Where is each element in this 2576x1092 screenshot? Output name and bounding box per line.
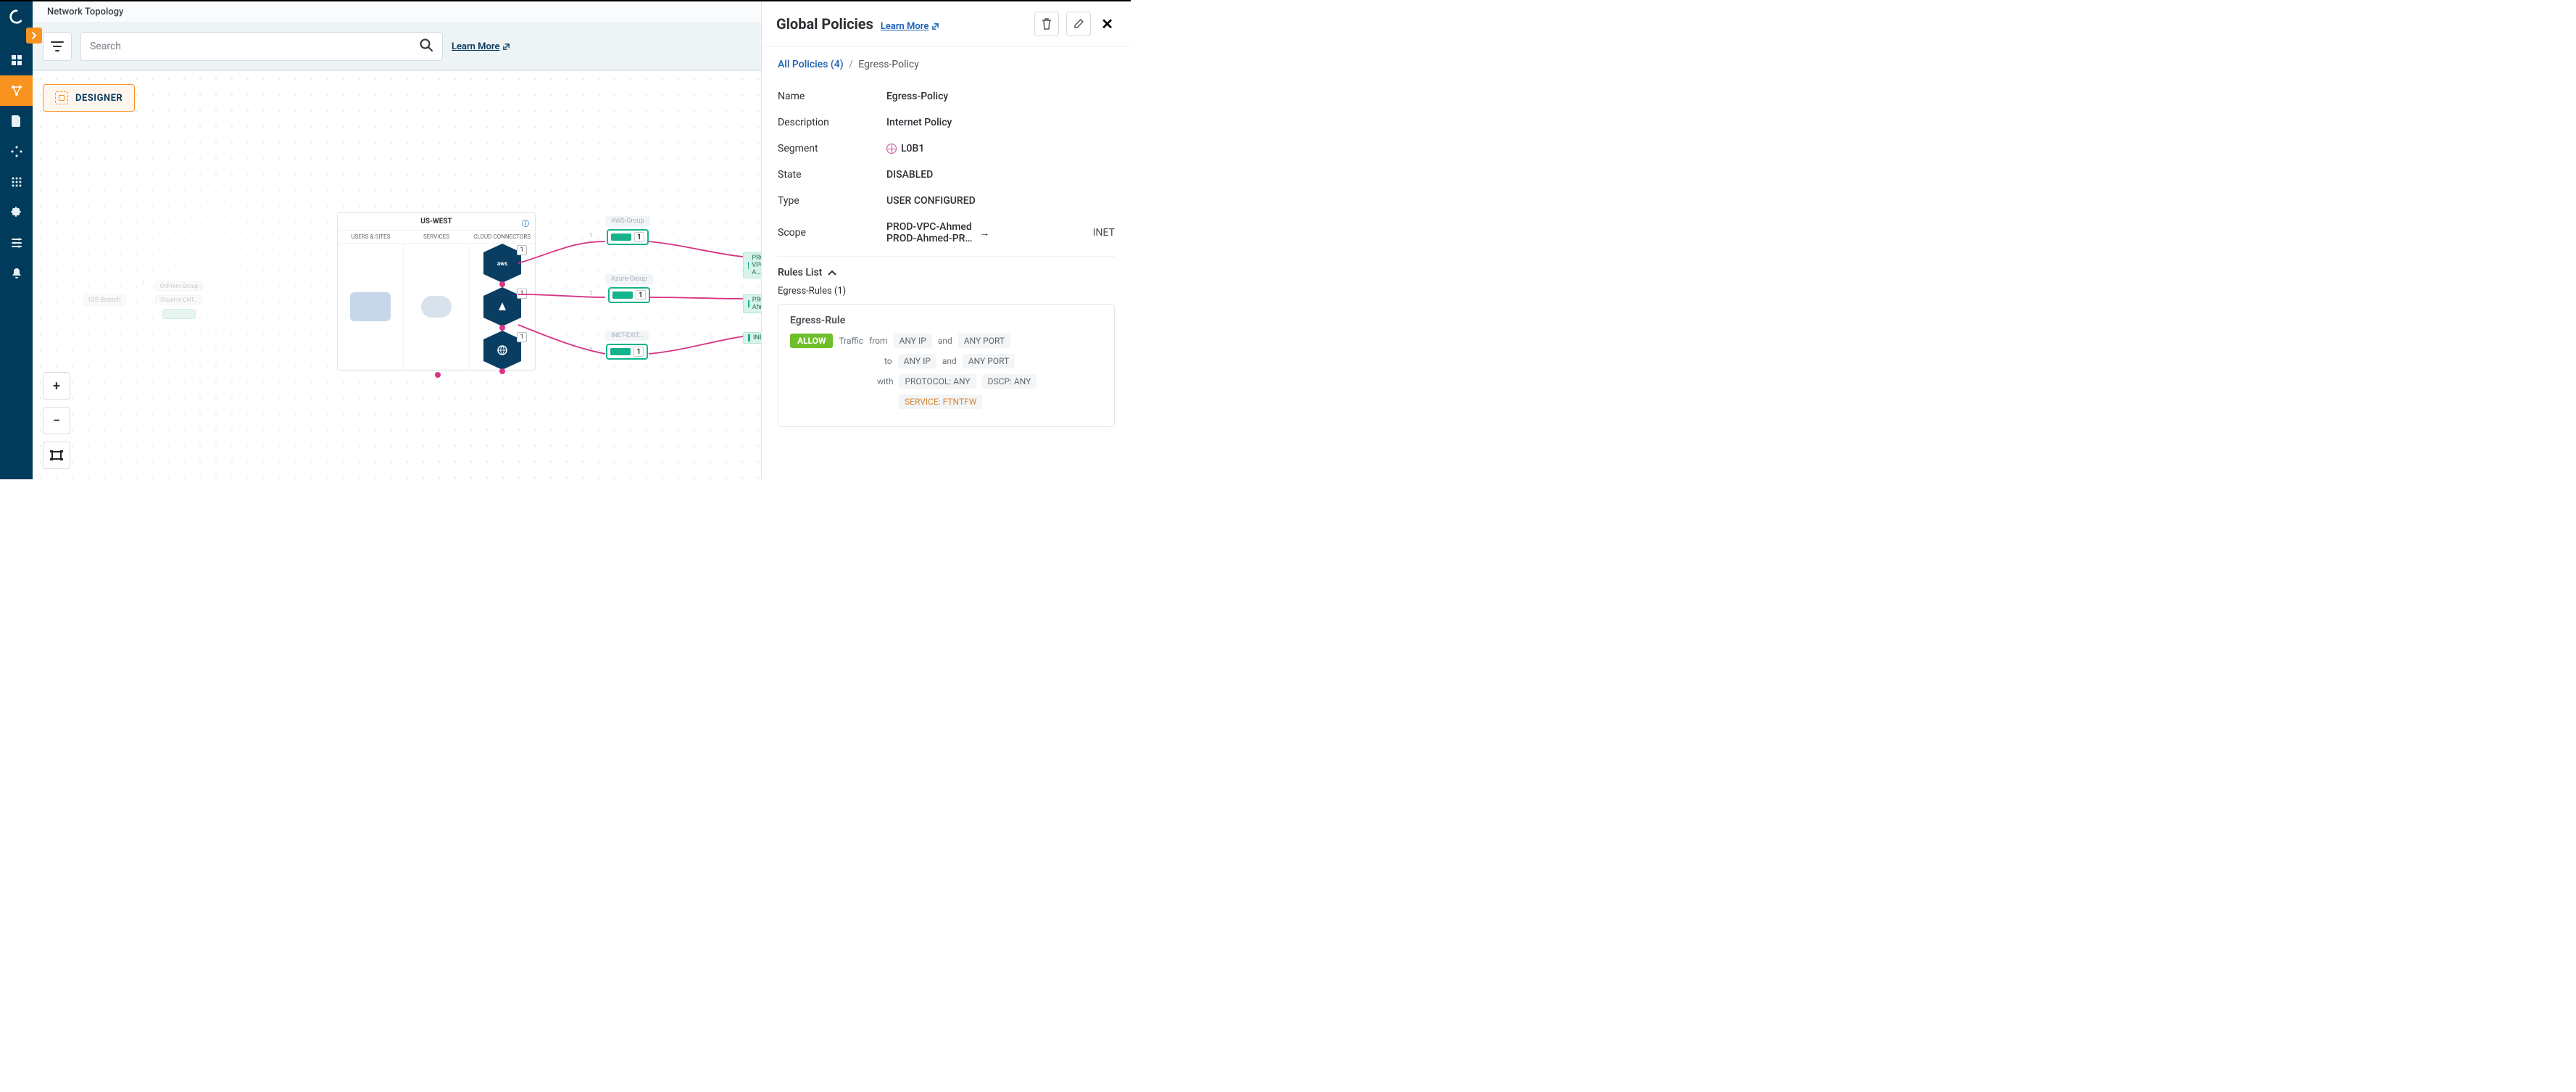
toolbar: Learn More [33,23,761,71]
breadcrumb: All Policies (4) / Egress-Policy [778,59,1115,70]
pencil-icon [1073,19,1084,29]
rule-card: Egress-Rule ALLOW Traffic from ANY IP an… [778,304,1115,427]
svg-text:aws: aws [497,260,507,267]
info-icon[interactable]: ⓘ [522,218,529,228]
page-title: Network Topology [33,1,761,23]
designer-icon [55,91,68,104]
allow-badge: ALLOW [790,334,833,348]
search-icon[interactable] [419,38,433,55]
breadcrumb-current: Egress-Policy [858,59,919,70]
external-link-icon [931,22,939,30]
cloud-connector-azure[interactable]: 1 [483,296,521,318]
fit-view-button[interactable] [43,442,70,469]
search-input[interactable] [90,41,412,52]
topology-canvas[interactable]: DESIGNER IOS-Branch 1 OnPrem-Group Cloud… [33,71,761,479]
search-field[interactable] [80,32,443,61]
aws-icon: aws [495,259,510,268]
rule-title: Egress-Rule [790,315,1102,326]
nav-documents[interactable] [0,106,33,136]
nav-routing[interactable] [0,136,33,167]
group-aws[interactable]: AWS-Group 1 1 [605,216,650,245]
nav-notifications[interactable] [0,258,33,289]
faded-branch-cluster: IOS-Branch 1 OnPrem-Group Cloud-Ix-CNT… [83,281,203,319]
cloud-connector-inet[interactable]: 1 [483,339,521,361]
target-prod-ahmed[interactable]: PROD-Ahmed… [743,294,761,313]
zoom-in-button[interactable]: + [43,372,70,400]
azure-icon [497,302,507,312]
nav-grid[interactable] [0,167,33,197]
globe-icon [496,344,508,356]
nav-extensions[interactable] [0,197,33,228]
panel-title: Global Policies [776,15,873,33]
cloud-connector-aws[interactable]: aws 1 [483,252,521,274]
arrow-right-icon: → [979,227,989,239]
filter-button[interactable] [43,32,72,61]
trash-icon [1042,18,1052,30]
nav-topology[interactable] [0,75,33,106]
rules-list-toggle[interactable]: Rules List [778,267,1115,278]
region-us-west[interactable]: US-WEST ⓘ USERS & SITES SERVICES CLOUD C… [337,212,536,371]
rules-group-label: Egress-Rules (1) [778,286,1115,297]
toolbar-learn-more-link[interactable]: Learn More [452,41,510,52]
edit-button[interactable] [1066,12,1091,36]
details-panel: Global Policies Learn More ✕ All Policie… [761,1,1131,479]
expand-sidebar-button[interactable] [26,28,42,44]
close-panel-button[interactable]: ✕ [1098,15,1116,33]
group-azure[interactable]: Azure-Group 1 1 [605,274,653,303]
group-inet[interactable]: INET-EXIT… 1 1 [605,331,649,360]
nav-dashboard[interactable] [0,45,33,75]
nav-rail [0,1,33,479]
chevron-up-icon [828,270,836,276]
services-node [421,296,452,318]
target-prod-vpc[interactable]: PROD-VPC-A… [743,252,761,278]
nav-settings[interactable] [0,228,33,258]
segment-icon [886,144,897,154]
region-anchor-dot [435,372,441,378]
zoom-out-button[interactable]: − [43,407,70,434]
delete-button[interactable] [1034,12,1059,36]
panel-learn-more-link[interactable]: Learn More [881,21,939,32]
users-sites-node [350,292,391,321]
breadcrumb-all-policies[interactable]: All Policies (4) [778,59,844,70]
target-inet[interactable]: INET [743,332,761,344]
external-link-icon [502,43,510,51]
service-chip: SERVICE: FTNTFW [899,394,982,409]
designer-mode-button[interactable]: DESIGNER [43,84,135,112]
